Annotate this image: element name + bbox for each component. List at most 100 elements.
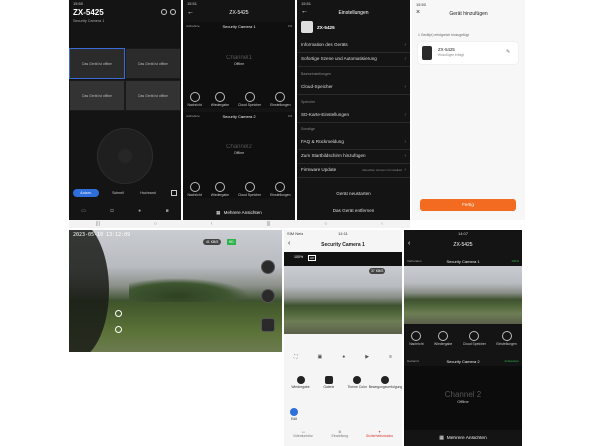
playback-tile[interactable]: Wiedergabe bbox=[288, 376, 313, 389]
menu-firmware-update[interactable]: Firmware Update Aktuellste Version ist in… bbox=[297, 163, 410, 178]
camera-name: Security Camera 1 bbox=[446, 259, 480, 264]
firmware-status: Aktuellste Version ist installiert bbox=[361, 167, 403, 172]
edit-icon[interactable]: ✎ bbox=[506, 49, 510, 55]
snapshot-button[interactable] bbox=[261, 318, 275, 332]
motion-icon bbox=[381, 376, 390, 384]
mode-auto-button[interactable]: Autom. bbox=[73, 189, 99, 197]
status-time: 15:51 bbox=[187, 1, 198, 6]
gallery-tile[interactable]: Galerie bbox=[316, 376, 341, 389]
mode-fast-button[interactable]: Schnell bbox=[105, 189, 131, 197]
panel-device-online: 14:07 ‹ ZX-5425 Verbunden Security Camer… bbox=[404, 230, 522, 446]
more-views-button[interactable]: ▦ Mehrere Ansichten bbox=[404, 433, 522, 444]
menu-device-info[interactable]: Information des Geräts › bbox=[297, 38, 410, 53]
offline-label: Das Gerät ist offline bbox=[82, 93, 112, 98]
message-button[interactable]: Nachricht bbox=[187, 182, 202, 197]
home-icon[interactable]: ○ bbox=[324, 221, 327, 227]
ptz-joystick-center[interactable] bbox=[118, 149, 132, 163]
microphone-icon[interactable]: ● bbox=[342, 354, 345, 360]
video-feed[interactable] bbox=[284, 266, 402, 334]
fullscreen-icon[interactable]: ⛶ bbox=[294, 354, 298, 360]
done-button[interactable]: Fertig bbox=[420, 199, 516, 211]
theme-tile[interactable]: Theme Color bbox=[345, 376, 370, 389]
camera-actions: Nachricht Wiedergabe Cloud Speicher Eins… bbox=[404, 331, 522, 346]
fullscreen-icon[interactable] bbox=[171, 190, 177, 196]
system-nav-bar: ||| ○ ‹ ||| ○ ‹ bbox=[69, 220, 410, 228]
gear-icon bbox=[275, 182, 286, 192]
remove-device-button[interactable]: Das Gerät entfernen bbox=[297, 208, 410, 213]
playback-button[interactable]: Wiedergabe bbox=[211, 92, 229, 107]
microphone-button[interactable] bbox=[261, 289, 275, 303]
camera-card-1[interactable]: Aufnahme Security Camera 1 0% Channel1 O… bbox=[183, 22, 295, 108]
recents-icon[interactable]: ||| bbox=[266, 221, 270, 227]
gear-icon[interactable] bbox=[170, 9, 176, 15]
settings-button[interactable]: Einstellungen bbox=[496, 331, 517, 346]
camera-cell[interactable]: Das Gerät ist offline bbox=[69, 48, 125, 79]
cloud-storage-button[interactable]: Cloud Speicher bbox=[463, 331, 486, 346]
tile-label: Edit bbox=[291, 417, 297, 421]
settings-button[interactable]: Einstellungen bbox=[270, 182, 291, 197]
settings-button[interactable]: Einstellungen bbox=[270, 92, 291, 107]
status-time: 15:50 bbox=[416, 2, 427, 7]
menu-add-homescreen[interactable]: Zum Startbildschirm hinzufügen › bbox=[297, 149, 410, 164]
camera-cell[interactable]: Das Gerät ist offline bbox=[125, 80, 181, 111]
more-views-label: Mehrere Ansichten bbox=[223, 210, 262, 215]
menu-cloud-storage[interactable]: Cloud-Speicher › bbox=[297, 80, 410, 95]
message-button[interactable]: Nachricht bbox=[187, 92, 202, 107]
record-button[interactable] bbox=[261, 260, 275, 274]
tab-video[interactable]: ▭ Videofunktion bbox=[293, 430, 314, 438]
back-nav-icon[interactable]: ‹ bbox=[211, 221, 213, 227]
panel-add-device: 15:50 × Gerät hinzufügen 1 Gerät(e) erfo… bbox=[412, 0, 525, 220]
wake-up-button[interactable]: Aufwecken bbox=[504, 359, 519, 363]
offline-label: Das Gerät ist offline bbox=[138, 93, 168, 98]
menu-faq[interactable]: FAQ & Rückmeldung › bbox=[297, 135, 410, 150]
bottom-tabs: ▭ Videofunktion ⚙ Einstellung ✦ Sicherheits… bbox=[284, 430, 402, 438]
menu-icon[interactable]: ≡ bbox=[389, 354, 392, 360]
offline-label: Das Gerät ist offline bbox=[82, 61, 112, 66]
menu-sd-card[interactable]: SD-Karte-Einstellungen › bbox=[297, 108, 410, 123]
record-icon[interactable]: ▶ bbox=[365, 354, 369, 360]
mode-high-button[interactable]: Hochrand bbox=[135, 189, 161, 197]
camera-cell[interactable]: Das Gerät ist offline bbox=[69, 80, 125, 111]
record-icon[interactable]: ■ bbox=[166, 208, 169, 214]
microphone-icon[interactable]: ● bbox=[138, 208, 141, 214]
quality-badge[interactable]: HD bbox=[308, 255, 317, 261]
home-icon[interactable]: ○ bbox=[154, 221, 157, 227]
playback-button[interactable]: Wiedergabe bbox=[211, 182, 229, 197]
snapshot-icon[interactable]: ◘ bbox=[111, 208, 114, 214]
playback-label: Wiedergabe bbox=[210, 103, 230, 107]
added-count: 1 Gerät(e) erfolgreich hinzugefügt bbox=[418, 33, 469, 37]
menu-label: FAQ & Rückmeldung bbox=[301, 139, 344, 145]
cloud-icon bbox=[244, 92, 255, 102]
restart-device-button[interactable]: Gerät neustarten bbox=[297, 191, 410, 196]
camera-actions: Nachricht Wiedergabe Cloud Speicher Eins… bbox=[183, 92, 295, 107]
settings-icon[interactable] bbox=[161, 9, 167, 15]
quality-badge[interactable]: HD bbox=[227, 239, 236, 245]
zoom-out-icon[interactable] bbox=[115, 326, 122, 333]
playback-button[interactable]: Wiedergabe bbox=[434, 331, 452, 346]
back-nav-icon[interactable]: ‹ bbox=[381, 221, 383, 227]
edit-tile[interactable]: Edit bbox=[290, 408, 298, 421]
grid-icon: ▦ bbox=[439, 436, 444, 441]
camera-icon[interactable]: ▭ bbox=[81, 208, 86, 214]
menu-scene-automation[interactable]: Sofortige Szene und Automatisierung › bbox=[297, 52, 410, 67]
motion-tracking-tile[interactable]: Bewegungsverfolgung bbox=[369, 376, 402, 389]
camera-cell[interactable]: Das Gerät ist offline bbox=[125, 48, 181, 79]
camera-subtitle[interactable]: Security Camera 1 bbox=[73, 19, 104, 23]
camera-card-2[interactable]: Aufnahme Security Camera 2 0% Channel2 O… bbox=[183, 112, 295, 198]
camera-preview[interactable] bbox=[404, 266, 522, 324]
offline-label: Das Gerät ist offline bbox=[138, 61, 168, 66]
zoom-in-icon[interactable] bbox=[115, 310, 122, 317]
cloud-storage-button[interactable]: Cloud Speicher bbox=[238, 92, 261, 107]
tab-security[interactable]: ✦ Sicherheitsmodus bbox=[366, 430, 393, 438]
cloud-storage-button[interactable]: Cloud Speicher bbox=[238, 182, 261, 197]
battery-value: 100% bbox=[294, 255, 304, 259]
tile-label: Theme Color bbox=[347, 385, 367, 389]
device-card[interactable]: ZX-5425 Hinzufügen erfolgt ✎ bbox=[418, 42, 518, 64]
more-views-button[interactable]: ▦ Mehrere Ansichten bbox=[183, 207, 295, 218]
camera-preview-offline[interactable]: Channel 2 Offline bbox=[404, 366, 522, 430]
recents-icon[interactable]: ||| bbox=[96, 221, 100, 227]
snapshot-icon[interactable]: ▣ bbox=[317, 354, 322, 360]
message-button[interactable]: Nachricht bbox=[409, 331, 424, 346]
playback-icon bbox=[214, 92, 225, 102]
tab-settings[interactable]: ⚙ Einstellung bbox=[331, 430, 348, 438]
